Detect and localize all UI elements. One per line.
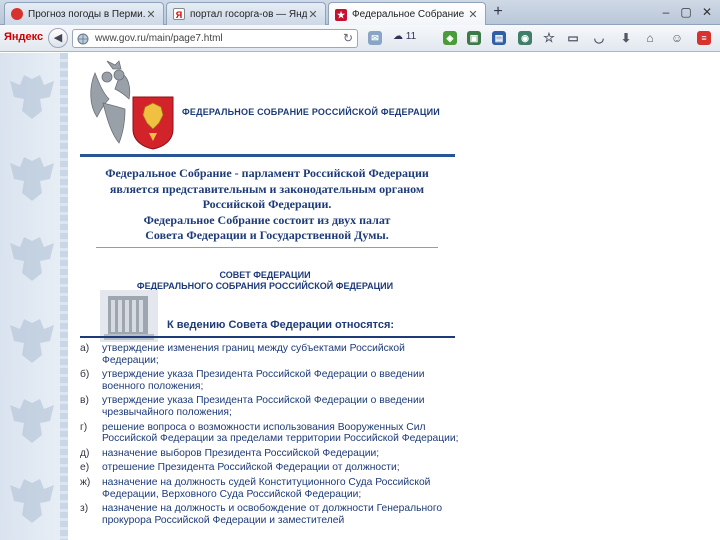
minimize-button[interactable]: – [656, 3, 676, 21]
globe-extension-icon[interactable]: ◉ [518, 31, 532, 45]
tab-yandex-search[interactable]: Я портал госорга-ов — Янд... ✕ [166, 2, 326, 25]
weather-widget[interactable]: ☁ 11 [393, 31, 416, 42]
tab-title: портал госорга-ов — Янд... [190, 8, 307, 20]
eagle-watermark-icon [10, 157, 54, 201]
green-extension-icon[interactable]: ◈ [443, 31, 457, 45]
download-icon[interactable]: ⬇ [619, 31, 633, 45]
divider [80, 336, 455, 338]
item-text: утверждение изменения границ между субъе… [102, 343, 405, 366]
divider [96, 247, 438, 248]
item-letter: ж) [80, 476, 91, 488]
item-letter: б) [80, 369, 90, 381]
title-line: ФЕДЕРАЛЬНОГО СОБРАНИЯ РОССИЙСКОЙ ФЕДЕРАЦ… [136, 281, 394, 291]
list-item: г) решение вопроса о возможности использ… [80, 422, 460, 445]
item-letter: г) [80, 421, 88, 433]
item-letter: а) [80, 343, 90, 354]
yandex-logo[interactable]: Яндекс [4, 31, 43, 43]
federation-council-title: СОВЕТ ФЕДЕРАЦИИ ФЕДЕРАЛЬНОГО СОБРАНИЯ РО… [120, 270, 410, 292]
temperature: 11 [405, 31, 417, 42]
eagle-watermark-icon [10, 75, 54, 119]
yandex-icon: Я [173, 8, 185, 20]
item-letter: д) [80, 447, 90, 459]
eagle-watermark-icon [10, 237, 54, 281]
blue-extension-icon[interactable]: ▤ [492, 31, 506, 45]
new-tab-button[interactable]: + [489, 3, 507, 21]
coat-of-arms-icon: ★ [335, 8, 347, 21]
list-item: ж) назначение на должность судей Констит… [80, 477, 460, 500]
item-text: назначение на должность судей Конституци… [102, 476, 431, 500]
organization-title: ФЕДЕРАЛЬНОЕ СОБРАНИЕ РОССИЙСКОЙ ФЕДЕРАЦИ… [182, 107, 440, 117]
mail-icon[interactable]: ✉ [368, 31, 382, 45]
divider [80, 154, 455, 157]
tab-title: Прогноз погоды в Перми... [28, 8, 145, 20]
list-item: е) отрешение Президента Российской Федер… [80, 462, 460, 474]
menu-icon[interactable]: ≡ [697, 31, 711, 45]
star-icon[interactable]: ☆ [542, 31, 556, 45]
tab-title: Федеральное Собрание Р... [352, 9, 467, 20]
pocket-icon[interactable]: ◡ [592, 31, 606, 45]
item-letter: з) [80, 503, 89, 515]
intro-line: Федеральное Собрание состоит из двух пал… [143, 212, 391, 227]
title-line: СОВЕТ ФЕДЕРАЦИИ [219, 270, 311, 280]
item-text: утверждение указа Президента Российской … [102, 369, 425, 392]
tab-federal-assembly[interactable]: ★ Федеральное Собрание Р... ✕ [328, 2, 486, 26]
eagle-watermark-icon [10, 479, 54, 523]
coat-of-arms-image [90, 60, 174, 150]
item-text: назначение на должность и освобождение о… [102, 503, 443, 526]
nav-bar: Яндекс ◀ www.gov.ru/main/page7.html ↻ ✉ … [0, 25, 720, 52]
close-icon[interactable]: ✕ [307, 8, 319, 21]
list-item: з) назначение на должность и освобождени… [80, 503, 460, 526]
intro-line: Федеральное Собрание - парламент Российс… [105, 166, 429, 180]
intro-line: является представительным и законодатель… [109, 181, 425, 196]
item-letter: е) [80, 462, 90, 474]
close-icon[interactable]: ✕ [467, 8, 479, 21]
briefcase-icon[interactable]: ▭ [566, 31, 580, 45]
list-item: в) утверждение указа Президента Российск… [80, 395, 460, 418]
list-item: д) назначение выборов Президента Российс… [80, 448, 460, 460]
right-blank-area [460, 53, 720, 540]
intro-paragraph: Федеральное Собрание - парламент Российс… [82, 166, 452, 244]
list-item: б) утверждение указа Президента Российск… [80, 369, 460, 392]
left-decor-strip [0, 53, 68, 540]
bookmark-extension-icon[interactable]: ▣ [467, 31, 481, 45]
vertical-text-strip [60, 53, 68, 540]
item-text: назначение выборов Президента Российской… [102, 447, 380, 459]
page-content: ФЕДЕРАЛЬНОЕ СОБРАНИЕ РОССИЙСКОЙ ФЕДЕРАЦИ… [0, 53, 720, 540]
maximize-button[interactable]: ▢ [676, 3, 696, 21]
smiley-icon[interactable]: ☺ [670, 31, 684, 45]
intro-line: Российской Федерации. [202, 197, 332, 211]
federation-council-building-image [100, 290, 158, 342]
weather-icon [11, 8, 23, 20]
reload-icon[interactable]: ↻ [343, 31, 353, 45]
tab-strip: Прогноз погоды в Перми... ✕ Я портал гос… [0, 0, 720, 26]
address-bar[interactable]: www.gov.ru/main/page7.html ↻ [72, 29, 358, 48]
list-item: а) утверждение изменения границ между су… [80, 343, 460, 366]
close-window-button[interactable]: ✕ [697, 3, 717, 21]
back-button[interactable]: ◀ [48, 28, 68, 48]
close-icon[interactable]: ✕ [145, 8, 157, 21]
item-letter: в) [80, 395, 89, 407]
item-text: утверждение указа Президента Российской … [102, 395, 425, 418]
intro-line: Совета Федерации и Государственной Думы. [145, 228, 389, 242]
competence-list: а) утверждение изменения границ между су… [80, 343, 460, 529]
eagle-watermark-icon [10, 319, 54, 363]
globe-icon [77, 33, 89, 45]
item-text: решение вопроса о возможности использова… [102, 421, 459, 445]
tab-weather[interactable]: Прогноз погоды в Перми... ✕ [4, 2, 164, 25]
eagle-watermark-icon [10, 399, 54, 443]
url-text: www.gov.ru/main/page7.html [95, 33, 223, 44]
home-icon[interactable]: ⌂ [643, 31, 657, 45]
item-text: отрешение Президента Российской Федераци… [102, 462, 400, 474]
competence-heading: К ведению Совета Федерации относятся: [167, 319, 395, 331]
